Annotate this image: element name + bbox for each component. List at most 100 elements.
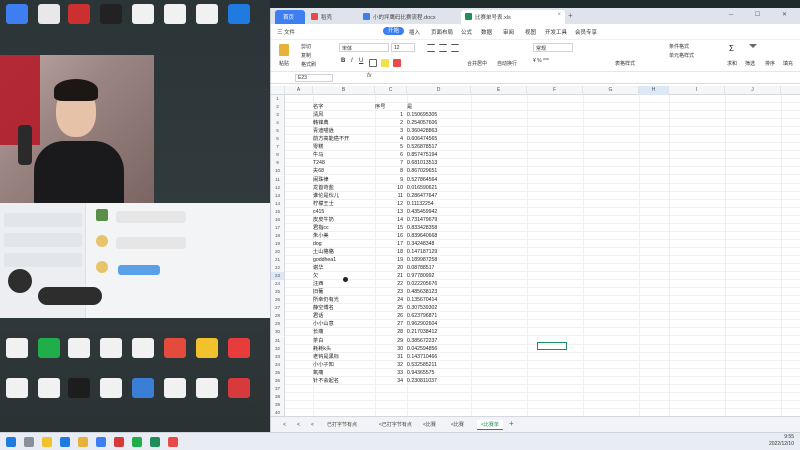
cell-number[interactable]: 19 — [375, 256, 403, 264]
spreadsheet-grid[interactable]: ABCDEFGHIJK 12名字序号是3清风10.1506953054韩锋典20… — [271, 86, 800, 416]
desktop-icon[interactable] — [68, 4, 90, 24]
row-header[interactable]: 12 — [271, 183, 285, 192]
sheet-tab[interactable]: < — [307, 420, 318, 430]
taskbar-app-icon[interactable] — [96, 437, 106, 447]
desktop-icon[interactable] — [228, 338, 250, 358]
cell-number[interactable]: 24 — [375, 296, 403, 304]
desktop-icon[interactable] — [132, 378, 154, 398]
fill-color-icon[interactable] — [381, 59, 389, 67]
sheet-tab[interactable]: <比赛 — [447, 420, 468, 430]
taskbar-app-icon[interactable] — [78, 437, 88, 447]
cell-value[interactable]: 0.962902604 — [407, 320, 457, 328]
desktop-icon[interactable] — [38, 378, 60, 398]
row-header[interactable]: 15 — [271, 207, 285, 216]
percent-icon[interactable]: ¥ % ⁰⁰⁰ — [533, 58, 549, 64]
column-header[interactable]: J — [725, 86, 781, 95]
cell-number[interactable]: 11 — [375, 192, 403, 200]
filter-button[interactable]: 筛选 — [745, 60, 755, 67]
cell-value[interactable]: 0.681013513 — [407, 159, 457, 167]
close-tab-icon[interactable]: × — [557, 12, 561, 18]
bold-button[interactable]: B — [341, 58, 345, 64]
row-header[interactable]: 16 — [271, 215, 285, 224]
row-header[interactable]: 25 — [271, 288, 285, 297]
cell-number[interactable]: 14 — [375, 216, 403, 224]
cell-name[interactable]: c415 — [313, 208, 324, 216]
column-header[interactable]: D — [407, 86, 471, 95]
italic-button[interactable]: I — [351, 58, 353, 64]
column-header[interactable]: K — [781, 86, 800, 95]
row-header[interactable]: 35 — [271, 368, 285, 377]
column-header[interactable]: B — [313, 86, 375, 95]
cell-number[interactable]: 17 — [375, 240, 403, 248]
menu-home[interactable]: 开始 — [383, 27, 405, 35]
cell-value[interactable]: 0.833428358 — [407, 224, 457, 232]
desktop-icon[interactable] — [100, 338, 122, 358]
header-cell-number[interactable]: 序号 — [375, 103, 385, 111]
cut-button[interactable]: 剪切 — [301, 43, 311, 50]
cell-number[interactable]: 16 — [375, 232, 403, 240]
row-header[interactable]: 14 — [271, 199, 285, 208]
cell-name[interactable]: 耗耗k头 — [313, 345, 331, 353]
desktop-icon[interactable] — [100, 4, 122, 24]
cell-name[interactable]: 皮皮牛奶 — [313, 216, 334, 224]
cell-name[interactable]: 谢华 — [313, 264, 323, 272]
desktop-icon[interactable] — [38, 338, 60, 358]
row-header[interactable]: 2 — [271, 103, 285, 112]
cell-value[interactable]: 0.135670414 — [407, 296, 457, 304]
desktop-icon[interactable] — [164, 378, 186, 398]
tab-docx[interactable]: 小的坪鹰码比赛流程.docx — [359, 10, 459, 24]
row-header[interactable]: 31 — [271, 336, 285, 345]
filter-icon[interactable] — [749, 44, 757, 48]
cell-number[interactable]: 33 — [375, 369, 403, 377]
row-header[interactable]: 39 — [271, 400, 285, 409]
cell-name[interactable]: 朱小美 — [313, 232, 329, 240]
cell-number[interactable]: 28 — [375, 328, 403, 336]
column-header[interactable]: G — [583, 86, 639, 95]
cell-name[interactable]: dog — [313, 240, 322, 248]
cell-name[interactable]: T248 — [313, 159, 325, 167]
cell-value[interactable]: 0.97780992 — [407, 272, 457, 280]
cell-value[interactable]: 0.254057606 — [407, 119, 457, 127]
row-header[interactable]: 33 — [271, 352, 285, 361]
cell-number[interactable]: 20 — [375, 264, 403, 272]
cell-number[interactable]: 8 — [375, 167, 403, 175]
desktop-icon[interactable] — [196, 338, 218, 358]
font-color-icon[interactable] — [393, 59, 401, 67]
row-header[interactable]: 4 — [271, 119, 285, 128]
cell-value[interactable]: 0.08788517 — [407, 264, 457, 272]
cell-name[interactable]: 土山貉貉 — [313, 248, 334, 256]
wrap-text-button[interactable]: 自动换行 — [497, 60, 517, 67]
row-header[interactable]: 17 — [271, 223, 285, 232]
cell-number[interactable]: 27 — [375, 320, 403, 328]
cell-name[interactable]: 闹珠律 — [313, 176, 329, 184]
cell-value[interactable]: 0.150695305 — [407, 111, 457, 119]
cell-value[interactable]: 0.042594856 — [407, 345, 457, 353]
cell-name[interactable]: 欠 — [313, 272, 318, 280]
desktop-icon[interactable] — [6, 338, 28, 358]
cell-value[interactable]: 0.016590621 — [407, 184, 457, 192]
row-header[interactable]: 30 — [271, 328, 285, 337]
cell-number[interactable]: 12 — [375, 200, 403, 208]
format-painter-button[interactable]: 格式刷 — [301, 61, 316, 68]
cell-name[interactable]: 君话 — [313, 312, 323, 320]
cell-value[interactable]: 0.532585211 — [407, 361, 457, 369]
cell-number[interactable]: 13 — [375, 208, 403, 216]
cell-number[interactable]: 21 — [375, 272, 403, 280]
search-icon[interactable] — [24, 437, 34, 447]
desktop-icon[interactable] — [6, 4, 28, 24]
sheet-tab[interactable]: 已打字节有点 — [323, 420, 361, 430]
row-header[interactable]: 38 — [271, 392, 285, 401]
row-header[interactable]: 9 — [271, 159, 285, 168]
sum-button[interactable]: 求和 — [727, 60, 737, 67]
header-cell-name[interactable]: 名字 — [313, 103, 323, 111]
cell-value[interactable]: 0.385672237 — [407, 337, 457, 345]
align-left-icon[interactable] — [427, 44, 435, 52]
add-sheet-button[interactable]: + — [509, 419, 514, 428]
font-family-select[interactable]: 宋体 — [339, 43, 389, 52]
taskbar-app-icon[interactable] — [114, 437, 124, 447]
cell-value[interactable]: 0.11132254 — [407, 200, 457, 208]
row-header[interactable]: 40 — [271, 408, 285, 416]
cell-name[interactable]: 牛马 — [313, 151, 323, 159]
desktop-icon[interactable] — [164, 338, 186, 358]
cell-name[interactable]: 谁伦是伙儿 — [313, 192, 339, 200]
